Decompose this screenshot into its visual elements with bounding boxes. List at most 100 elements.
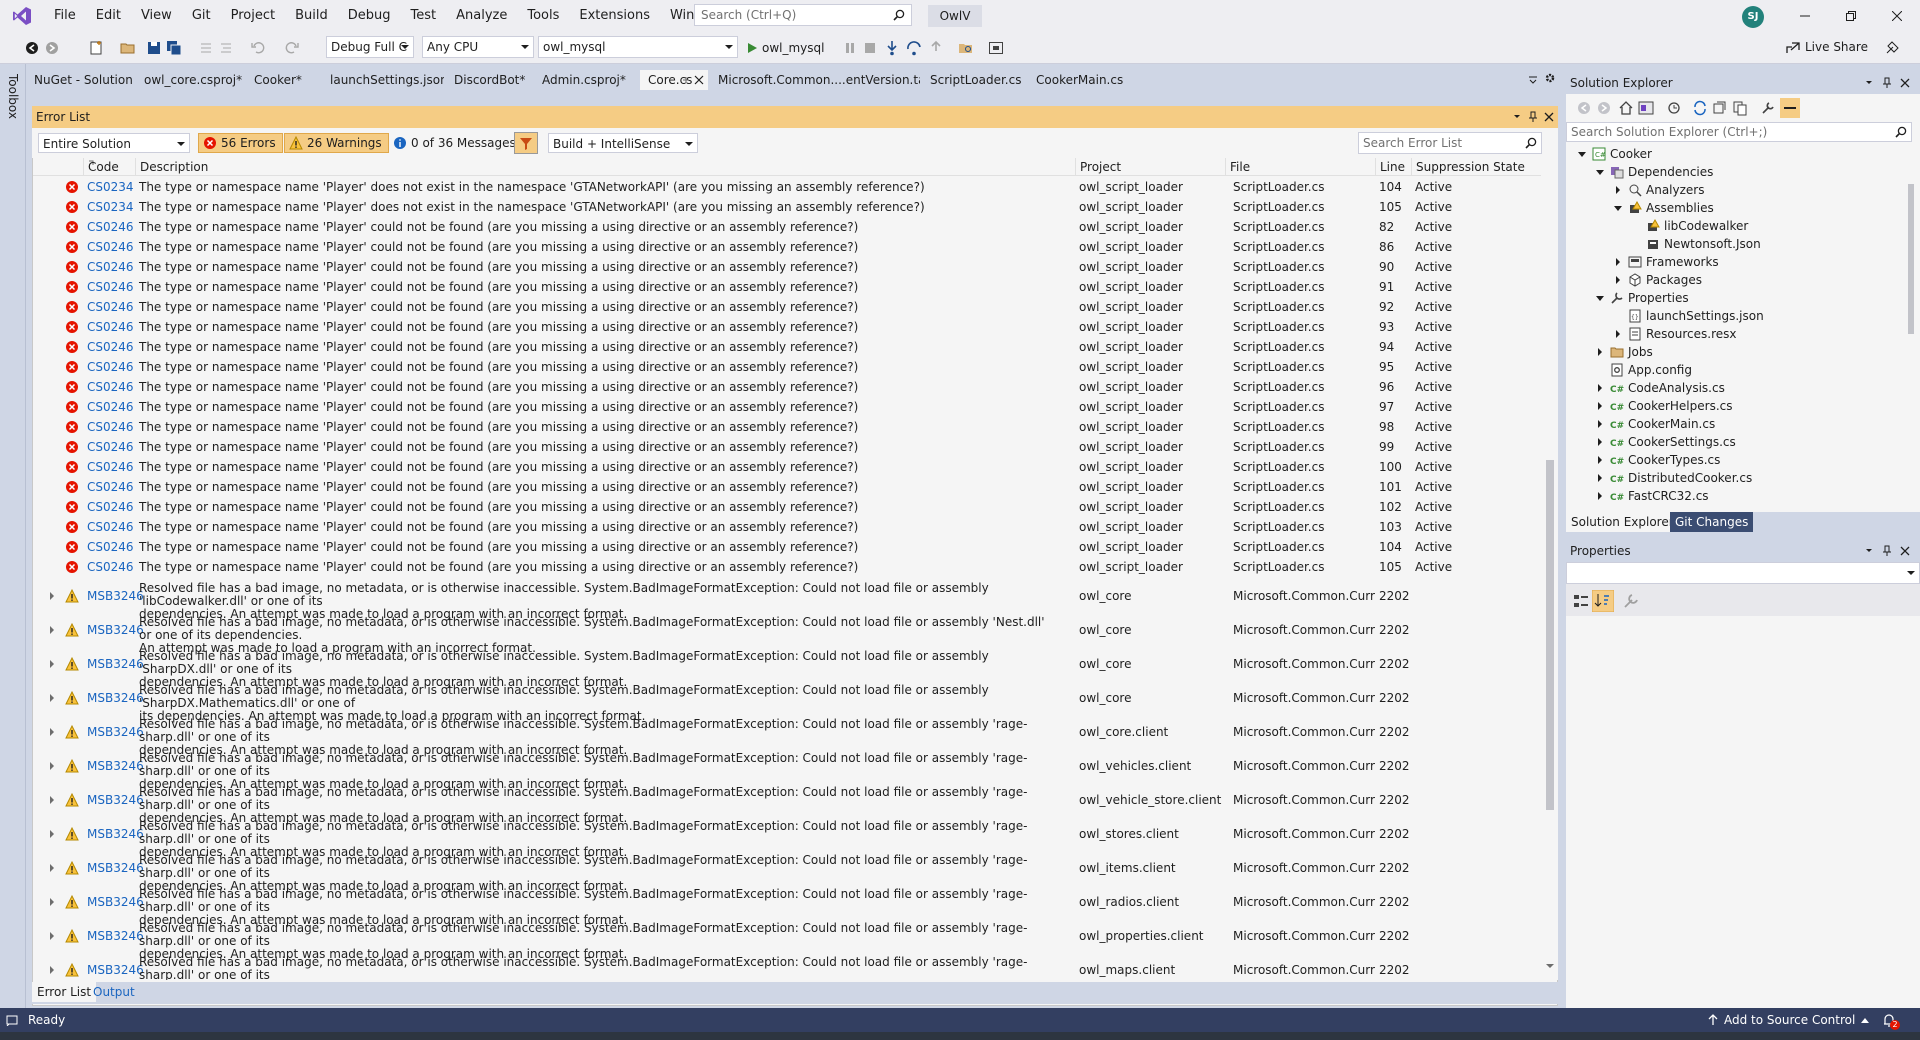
collapsed-arrow-icon[interactable] bbox=[1594, 418, 1606, 430]
scroll-down-icon[interactable] bbox=[1546, 962, 1554, 970]
menu-item-test[interactable]: Test bbox=[401, 0, 447, 32]
error-row[interactable]: CS0234 The type or namespace name 'Player… bbox=[33, 197, 1541, 217]
window-dropdown-icon[interactable] bbox=[1512, 106, 1522, 128]
build-filter-toggle[interactable] bbox=[514, 132, 538, 154]
warning-row[interactable]: MSB3246 Resolved file has a bad image, no… bbox=[33, 953, 1541, 980]
errors-filter-button[interactable]: 56 Errors bbox=[198, 133, 283, 153]
error-code[interactable]: CS0246 bbox=[83, 357, 133, 377]
show-all-files-icon[interactable] bbox=[1732, 100, 1748, 116]
tab-output[interactable]: Output bbox=[88, 982, 140, 1002]
tab-list-dropdown-icon[interactable] bbox=[1526, 72, 1540, 86]
restore-button[interactable] bbox=[1828, 0, 1874, 32]
collapsed-arrow-icon[interactable] bbox=[1612, 184, 1624, 196]
error-list-scroll-thumb[interactable] bbox=[1546, 460, 1554, 810]
error-code[interactable]: CS0246 bbox=[83, 557, 133, 577]
expand-arrow-icon[interactable] bbox=[50, 932, 54, 940]
menu-item-git[interactable]: Git bbox=[182, 0, 221, 32]
error-row[interactable]: CS0234 The type or namespace name 'Player… bbox=[33, 177, 1541, 197]
collapsed-arrow-icon[interactable] bbox=[1612, 256, 1624, 268]
new-project-icon[interactable] bbox=[88, 40, 104, 56]
alphabetical-icon[interactable] bbox=[1592, 590, 1614, 612]
error-row[interactable]: CS0246 The type or namespace name 'Player… bbox=[33, 317, 1541, 337]
tree-node[interactable]: C# DistributedCooker.cs bbox=[1594, 469, 1752, 487]
stop-icon[interactable] bbox=[862, 40, 878, 56]
menu-item-file[interactable]: File bbox=[44, 0, 86, 32]
tab-error-list[interactable]: Error List bbox=[32, 982, 97, 1002]
expanded-arrow-icon[interactable] bbox=[1594, 292, 1606, 304]
expand-arrow-icon[interactable] bbox=[50, 796, 54, 804]
tree-node[interactable]: Analyzers bbox=[1612, 181, 1704, 199]
column-header-project[interactable]: Project bbox=[1075, 158, 1225, 176]
collapsed-arrow-icon[interactable] bbox=[1594, 436, 1606, 448]
tree-node[interactable]: C# Cooker bbox=[1576, 145, 1652, 163]
comment-icon[interactable] bbox=[198, 40, 214, 56]
column-header-suppression-state[interactable]: Suppression State bbox=[1411, 158, 1541, 176]
menu-item-analyze[interactable]: Analyze bbox=[446, 0, 517, 32]
document-tab[interactable]: Microsoft.Common....entVersion.targets bbox=[710, 70, 920, 90]
error-code[interactable]: CS0246 bbox=[83, 397, 133, 417]
feedback-icon[interactable] bbox=[1884, 40, 1900, 56]
menu-item-extensions[interactable]: Extensions bbox=[569, 0, 660, 32]
pin-icon[interactable] bbox=[1882, 72, 1892, 94]
search-box[interactable]: Search (Ctrl+Q) bbox=[694, 4, 912, 26]
window-dropdown-icon[interactable] bbox=[1864, 540, 1874, 562]
expand-arrow-icon[interactable] bbox=[50, 592, 54, 600]
error-row[interactable]: CS0246 The type or namespace name 'Player… bbox=[33, 557, 1541, 577]
search-input[interactable]: Search (Ctrl+Q) bbox=[701, 8, 796, 22]
startup-project-dropdown[interactable]: owl_mysql bbox=[538, 36, 738, 58]
pin-icon[interactable] bbox=[1528, 106, 1538, 128]
error-list-search[interactable]: Search Error List bbox=[1358, 132, 1542, 154]
minimize-button[interactable] bbox=[1782, 0, 1828, 32]
tree-node[interactable]: {} launchSettings.json bbox=[1612, 307, 1764, 325]
error-code[interactable]: CS0246 bbox=[83, 257, 133, 277]
error-row[interactable]: CS0246 The type or namespace name 'Player… bbox=[33, 357, 1541, 377]
error-code[interactable]: CS0246 bbox=[83, 277, 133, 297]
tree-node[interactable]: Packages bbox=[1612, 271, 1702, 289]
error-row[interactable]: CS0246 The type or namespace name 'Player… bbox=[33, 397, 1541, 417]
start-debugging-button[interactable]: owl_mysql bbox=[746, 38, 824, 58]
collapse-all-icon[interactable] bbox=[1712, 100, 1728, 116]
close-icon[interactable] bbox=[1544, 106, 1554, 128]
warning-row[interactable]: MSB3246 Resolved file has a bad image, no… bbox=[33, 579, 1541, 621]
tree-node[interactable]: Properties bbox=[1594, 289, 1689, 307]
warning-row[interactable]: MSB3246 Resolved file has a bad image, no… bbox=[33, 783, 1541, 825]
tree-node[interactable]: Newtonsoft.Json bbox=[1630, 235, 1761, 253]
preview-selected-items-icon[interactable] bbox=[1780, 98, 1800, 118]
live-share-button[interactable]: Live Share bbox=[1786, 40, 1868, 54]
pause-icon[interactable] bbox=[842, 40, 858, 56]
save-all-icon[interactable] bbox=[166, 40, 182, 56]
document-tab[interactable]: DiscordBot* bbox=[446, 70, 532, 90]
expand-arrow-icon[interactable] bbox=[50, 830, 54, 838]
error-code[interactable]: CS0246 bbox=[83, 437, 133, 457]
tree-node[interactable]: App.config bbox=[1594, 361, 1692, 379]
notifications-button[interactable]: 2 bbox=[1882, 1008, 1906, 1032]
solution-explorer-scrollbar[interactable] bbox=[1906, 150, 1916, 502]
pin-icon[interactable] bbox=[682, 70, 690, 90]
error-row[interactable]: CS0246 The type or namespace name 'Player… bbox=[33, 477, 1541, 497]
warning-row[interactable]: MSB3246 Resolved file has a bad image, no… bbox=[33, 919, 1541, 961]
warning-row[interactable]: MSB3246 Resolved file has a bad image, no… bbox=[33, 885, 1541, 927]
switch-views-icon[interactable] bbox=[1638, 100, 1654, 116]
error-row[interactable]: CS0246 The type or namespace name 'Player… bbox=[33, 437, 1541, 457]
warning-row[interactable]: MSB3246 Resolved file has a bad image, no… bbox=[33, 851, 1541, 893]
forward-icon[interactable] bbox=[1596, 100, 1612, 116]
close-icon[interactable] bbox=[694, 70, 704, 90]
error-row[interactable]: CS0246 The type or namespace name 'Player… bbox=[33, 237, 1541, 257]
tab-solution-explorer[interactable]: Solution Explorer bbox=[1566, 512, 1679, 532]
document-tab[interactable]: Cooker* bbox=[246, 70, 320, 90]
pending-changes-filter-icon[interactable] bbox=[1666, 100, 1682, 116]
menu-item-view[interactable]: View bbox=[131, 0, 182, 32]
property-pages-wrench-icon[interactable] bbox=[1622, 592, 1640, 610]
close-icon[interactable] bbox=[1900, 540, 1910, 562]
menu-item-debug[interactable]: Debug bbox=[338, 0, 401, 32]
pin-icon[interactable] bbox=[1882, 540, 1892, 562]
tree-node[interactable]: C# CookerMain.cs bbox=[1594, 415, 1715, 433]
document-tab[interactable]: CookerMain.cs bbox=[1028, 70, 1132, 90]
expand-arrow-icon[interactable] bbox=[50, 898, 54, 906]
error-code[interactable]: CS0246 bbox=[83, 497, 133, 517]
warning-row[interactable]: MSB3246 Resolved file has a bad image, no… bbox=[33, 613, 1541, 655]
expand-arrow-icon[interactable] bbox=[50, 694, 54, 702]
error-row[interactable]: CS0246 The type or namespace name 'Player… bbox=[33, 457, 1541, 477]
error-code[interactable]: CS0246 bbox=[83, 377, 133, 397]
menu-item-project[interactable]: Project bbox=[221, 0, 285, 32]
